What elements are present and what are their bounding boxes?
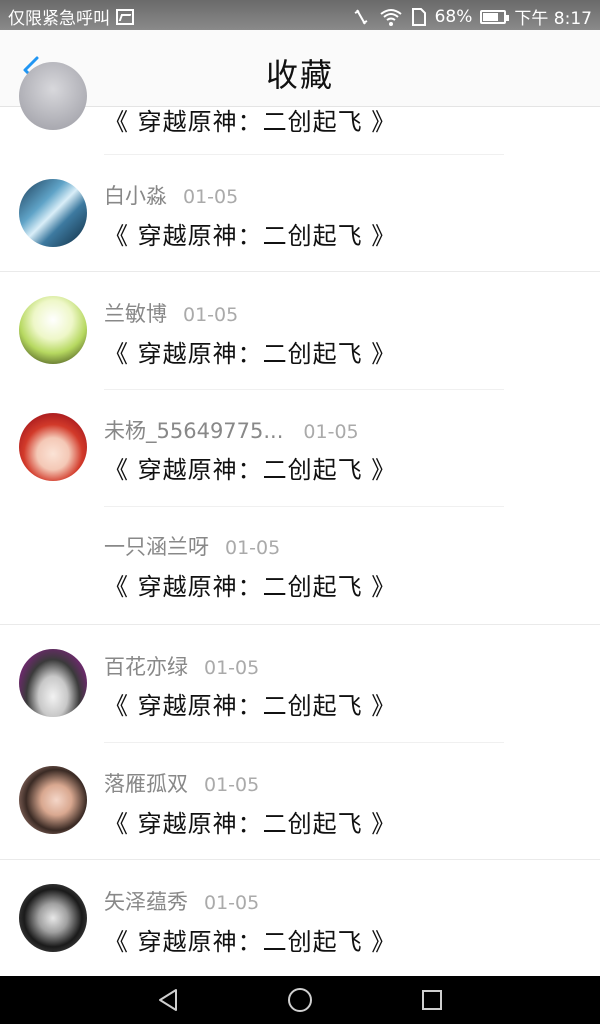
username[interactable]: 白小淼 <box>104 180 167 210</box>
date: 01-05 <box>204 774 260 796</box>
date: 01-05 <box>183 304 239 326</box>
list-item[interactable]: 《 穿越原神：二创起飞 》 <box>0 62 600 155</box>
home-circle-icon[interactable] <box>286 986 314 1014</box>
username[interactable]: 兰敏博 <box>104 298 167 328</box>
list-item[interactable]: 未杨_55649775... 01-05 《 穿越原神：二创起飞 》 <box>0 389 600 507</box>
avatar <box>19 649 87 717</box>
page-title: 收藏 <box>265 56 334 94</box>
clock: 下午 8:17 <box>514 9 592 29</box>
date: 01-05 <box>204 892 260 914</box>
list-item[interactable]: 矢泽蕴秀 01-05 《 穿越原神：二创起飞 》 <box>0 859 600 977</box>
work-title: 《 穿越原神：二创起飞 》 <box>104 573 397 601</box>
carrier-text: 仅限紧急呼叫 <box>8 9 110 29</box>
username[interactable]: 百花亦绿 <box>104 651 188 681</box>
date: 01-05 <box>183 186 239 208</box>
avatar <box>19 766 87 834</box>
avatar <box>19 296 87 364</box>
avatar <box>19 62 87 130</box>
work-title: 《 穿越原神：二创起飞 》 <box>104 222 397 250</box>
battery-icon <box>480 9 510 24</box>
username[interactable]: 落雁孤双 <box>104 768 188 798</box>
vibrate-icon <box>354 9 368 24</box>
username[interactable]: 一只涵兰呀 <box>104 531 209 561</box>
avatar <box>19 413 87 481</box>
system-nav-bar <box>0 976 600 1024</box>
recents-square-icon[interactable] <box>418 986 446 1014</box>
battery-percent: 68% <box>434 6 473 27</box>
status-bar: 仅限紧急呼叫 68% 下午 8:17 <box>0 0 600 30</box>
list-item[interactable]: 白小淼 01-05 《 穿越原神：二创起飞 》 <box>0 154 600 272</box>
date: 01-05 <box>204 657 260 679</box>
avatar <box>19 179 87 247</box>
app-header: 收藏 <box>0 30 600 107</box>
image-icon <box>116 8 134 25</box>
list-item[interactable]: 一只涵兰呀 01-05 《 穿越原神：二创起飞 》 <box>0 506 600 625</box>
avatar <box>19 884 87 952</box>
list-item[interactable]: 百花亦绿 01-05 《 穿越原神：二创起飞 》 <box>0 624 600 743</box>
work-title: 《 穿越原神：二创起飞 》 <box>104 456 397 484</box>
username[interactable]: 矢泽蕴秀 <box>104 886 188 916</box>
date: 01-05 <box>303 421 359 443</box>
wifi-icon <box>379 8 402 26</box>
favorites-list: 《 穿越原神：二创起飞 》 白小淼 01-05 《 穿越原神：二创起飞 》 兰敏… <box>0 62 600 977</box>
work-title: 《 穿越原神：二创起飞 》 <box>104 108 397 136</box>
username[interactable]: 未杨_55649775... <box>104 415 283 445</box>
work-title: 《 穿越原神：二创起飞 》 <box>104 928 397 956</box>
work-title: 《 穿越原神：二创起飞 》 <box>104 340 397 368</box>
list-item[interactable]: 兰敏博 01-05 《 穿越原神：二创起飞 》 <box>0 271 600 390</box>
sim-icon <box>411 7 426 26</box>
list-item[interactable]: 落雁孤双 01-05 《 穿越原神：二创起飞 》 <box>0 742 600 860</box>
work-title: 《 穿越原神：二创起飞 》 <box>104 810 397 838</box>
back-triangle-icon[interactable] <box>154 986 182 1014</box>
date: 01-05 <box>225 537 281 559</box>
work-title: 《 穿越原神：二创起飞 》 <box>104 692 397 720</box>
